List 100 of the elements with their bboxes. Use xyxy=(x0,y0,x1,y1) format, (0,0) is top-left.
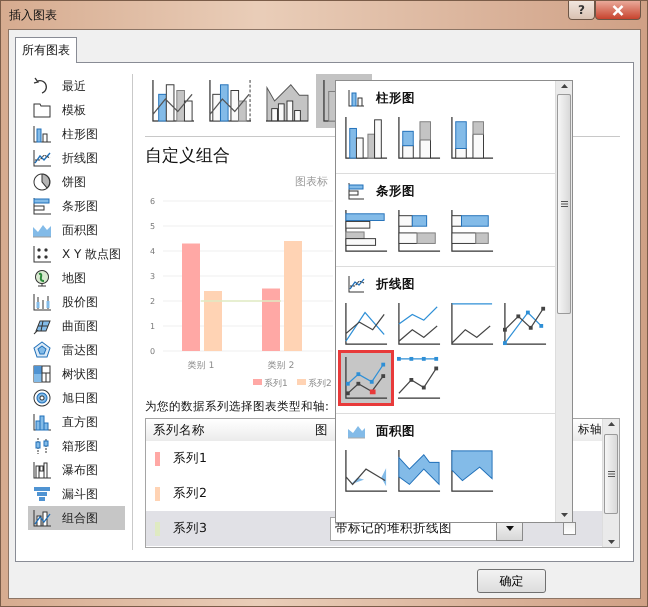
combo-chart-icon xyxy=(151,80,195,122)
sidebar-item[interactable]: 柱形图 xyxy=(28,122,125,146)
grip-icon xyxy=(560,201,568,207)
close-button[interactable] xyxy=(595,1,641,20)
series-name: 系列2 xyxy=(173,484,207,502)
chart-type-option[interactable] xyxy=(341,353,391,403)
grip-icon xyxy=(608,471,614,477)
sidebar-item[interactable]: 股价图 xyxy=(28,290,125,314)
instruction-text: 为您的数据系列选择图表类型和轴: xyxy=(145,398,329,414)
menu-group-label: 折线图 xyxy=(376,274,415,293)
line-chart-icon xyxy=(344,302,388,346)
category-label: 类别 2 xyxy=(268,361,294,371)
sidebar-item[interactable]: 折线图 xyxy=(28,146,125,170)
axis-tick-label: 2 xyxy=(150,297,156,306)
checkbox[interactable] xyxy=(563,522,576,535)
sidebar-item[interactable]: 雷达图 xyxy=(28,338,125,362)
radar-chart-icon xyxy=(32,340,52,360)
column-chart-icon xyxy=(348,90,366,106)
scroll-down-icon xyxy=(560,513,568,517)
menu-group-label: 柱形图 xyxy=(376,88,415,107)
stacked-column-chart-icon xyxy=(397,116,441,160)
chart-title: 图表标 xyxy=(295,175,328,188)
sidebar-item[interactable]: 瀑布图 xyxy=(28,458,125,482)
section-title: 自定义组合 xyxy=(145,145,231,167)
line-chart-icon xyxy=(344,356,388,400)
area-chart-icon xyxy=(397,449,441,493)
axis-tick-label: 1 xyxy=(150,322,156,331)
pie-chart-icon xyxy=(32,172,52,192)
stock-chart-icon xyxy=(32,292,52,312)
column-header: 图 xyxy=(315,420,328,439)
window-title: 插入图表 xyxy=(9,7,58,24)
globe-icon xyxy=(32,268,52,288)
sidebar-item[interactable]: 饼图 xyxy=(28,170,125,194)
sidebar-item[interactable]: 模板 xyxy=(28,98,125,122)
menu-group-label: 面积图 xyxy=(376,422,415,440)
stacked-column-chart-icon xyxy=(450,116,494,160)
bar-chart-icon xyxy=(348,182,366,200)
sidebar-item[interactable]: 漏斗图 xyxy=(28,482,125,506)
line-chart-icon xyxy=(348,276,366,292)
scrollbar[interactable] xyxy=(602,419,619,547)
close-icon xyxy=(612,4,624,16)
column-chart-icon xyxy=(344,116,388,160)
scroll-up-icon xyxy=(608,422,614,426)
legend-label: 系列2 xyxy=(308,379,332,389)
scatter-chart-icon xyxy=(32,244,52,264)
menu-group-label: 条形图 xyxy=(376,182,415,200)
combo-chart-icon xyxy=(32,508,52,528)
histogram-icon xyxy=(32,412,52,432)
category-label: 类别 1 xyxy=(188,361,214,371)
area-chart-icon xyxy=(344,449,388,493)
legend-swatch xyxy=(253,379,262,385)
sidebar-item[interactable]: 箱形图 xyxy=(28,434,125,458)
sidebar-item[interactable]: 曲面图 xyxy=(28,314,125,338)
table-row[interactable]: 系列2 xyxy=(146,476,602,511)
line-chart-icon xyxy=(397,356,441,400)
sidebar-item[interactable]: 条形图 xyxy=(28,194,125,218)
column-header: 标轴 xyxy=(578,421,602,438)
series-name: 系列1 xyxy=(173,449,207,468)
scrollbar[interactable] xyxy=(555,81,572,522)
axis-tick-label: 6 xyxy=(150,197,156,206)
line-chart-icon xyxy=(397,302,441,346)
stacked-bar-chart-icon xyxy=(397,209,441,253)
tab[interactable]: 所有图表 xyxy=(15,37,77,63)
series-name: 系列3 xyxy=(173,519,207,538)
bar-chart-icon xyxy=(344,209,388,253)
waterfall-chart-icon xyxy=(32,460,52,480)
sidebar-item[interactable]: 树状图 xyxy=(28,362,125,386)
bar xyxy=(262,288,280,351)
ok-button[interactable]: 确定 xyxy=(477,569,546,593)
line-chart-icon xyxy=(32,148,52,168)
sidebar-item[interactable]: X Y 散点图 xyxy=(28,242,125,266)
line-chart-icon xyxy=(503,302,547,346)
column-header: 系列名称 xyxy=(153,420,205,439)
axis-tick-label: 5 xyxy=(150,222,156,231)
bar xyxy=(204,291,222,351)
axis-tick-label: 0 xyxy=(150,347,156,356)
bar-chart-icon xyxy=(32,196,52,216)
column-chart-icon xyxy=(32,124,52,144)
legend-swatch xyxy=(297,379,306,385)
table-row[interactable]: 系列1 xyxy=(146,441,602,476)
scroll-down-icon xyxy=(608,540,614,544)
sidebar-item[interactable]: 面积图 xyxy=(28,218,125,242)
sidebar-item[interactable]: 旭日图 xyxy=(28,386,125,410)
funnel-icon xyxy=(32,484,52,504)
line-chart-icon xyxy=(450,302,494,346)
sunburst-icon xyxy=(32,388,52,408)
scroll-up-icon xyxy=(560,84,568,88)
legend-label: 系列1 xyxy=(264,379,288,389)
help-button[interactable]: ? xyxy=(568,1,595,20)
sidebar-item[interactable]: 地图 xyxy=(28,266,125,290)
sidebar-item[interactable]: 最近 xyxy=(28,74,125,98)
stacked-bar-chart-icon xyxy=(450,209,494,253)
caret-icon xyxy=(506,526,514,531)
sidebar-item[interactable]: 直方图 xyxy=(28,410,125,434)
area-chart-icon xyxy=(450,449,494,493)
axis-tick-label: 3 xyxy=(150,272,156,281)
sidebar-item[interactable]: 组合图 xyxy=(28,506,125,530)
treemap-icon xyxy=(32,364,52,384)
axis-tick-label: 4 xyxy=(150,247,156,256)
combo-chart-icon xyxy=(208,80,252,122)
